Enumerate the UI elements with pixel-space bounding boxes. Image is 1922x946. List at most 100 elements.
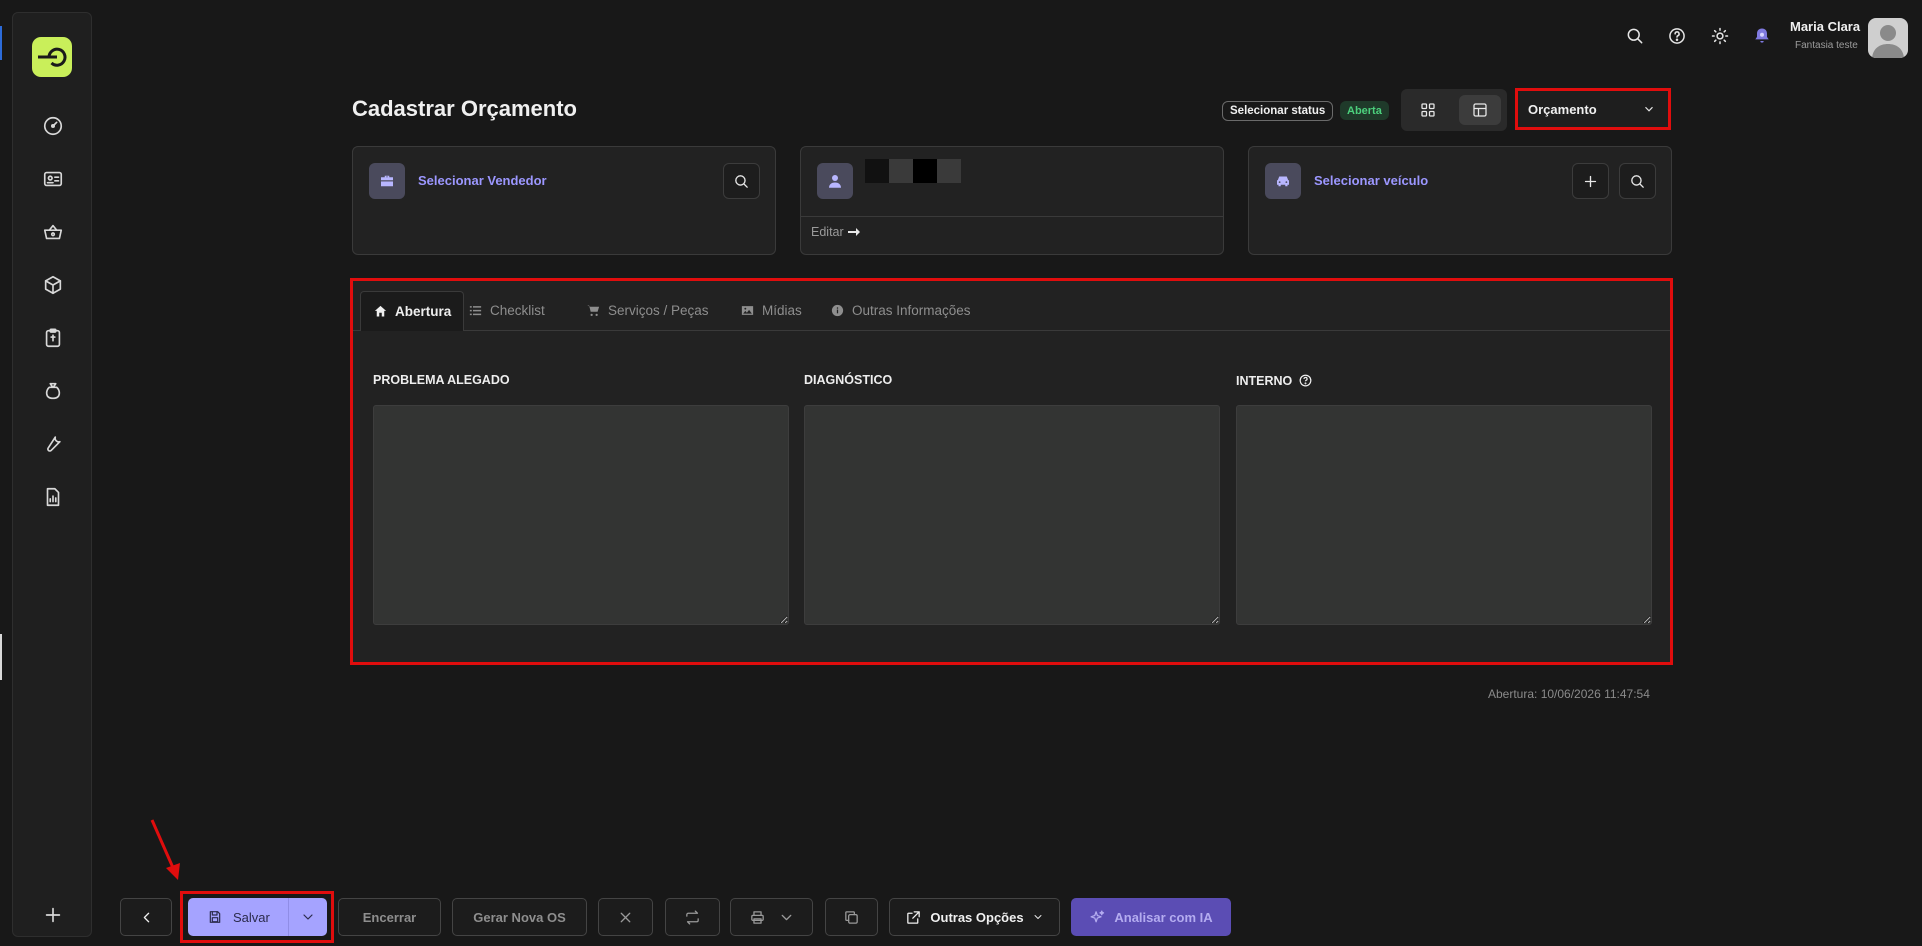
convert-button[interactable] — [665, 898, 720, 936]
sidebar-item-sales[interactable] — [37, 216, 69, 248]
layout-icon — [1473, 103, 1487, 117]
sidebar-add-button[interactable] — [37, 899, 69, 931]
help-button[interactable] — [1665, 24, 1689, 48]
sidebar-item-products[interactable] — [37, 269, 69, 301]
edit-client-link[interactable]: Editar — [811, 225, 860, 239]
add-vehicle-button[interactable] — [1572, 163, 1609, 199]
tab-checklist[interactable]: Checklist — [456, 291, 557, 330]
search-button[interactable] — [1623, 24, 1647, 48]
layout-view-button[interactable] — [1459, 95, 1501, 125]
page-title: Cadastrar Orçamento — [352, 96, 577, 121]
status-select-button[interactable]: Selecionar status — [1222, 101, 1334, 121]
sidebar-item-services[interactable] — [37, 428, 69, 460]
tab-label: Serviços / Peças — [608, 303, 709, 318]
interno-label: INTERNO — [1236, 373, 1293, 388]
sidebar-item-dashboard[interactable] — [37, 110, 69, 142]
printer-icon — [750, 910, 764, 924]
help-circle-icon[interactable] — [1298, 373, 1313, 388]
tab-servicos-pecas[interactable]: Serviços / Peças — [574, 291, 721, 330]
user-company: Fantasia teste — [1795, 40, 1858, 51]
theme-toggle[interactable] — [1708, 24, 1732, 48]
interno-label-row: INTERNO — [1236, 373, 1313, 388]
tab-abertura[interactable]: Abertura — [360, 291, 465, 331]
grid-view-button[interactable] — [1407, 95, 1449, 125]
opened-at-timestamp: Abertura: 10/06/2026 11:47:54 — [1488, 687, 1650, 701]
chevron-down-icon — [1645, 106, 1653, 112]
notifications-button[interactable] — [1750, 24, 1774, 48]
tabs-panel: Abertura Checklist Serviços / Peças Mídi… — [350, 278, 1673, 665]
bell-icon — [1755, 28, 1769, 43]
search-vehicle-button[interactable] — [1619, 163, 1656, 199]
report-icon — [46, 487, 60, 507]
gerar-nova-os-button[interactable]: Gerar Nova OS — [452, 898, 587, 936]
user-avatar-icon — [1872, 25, 1904, 58]
help-circle-icon — [1669, 28, 1685, 44]
print-button[interactable] — [730, 898, 813, 936]
save-main[interactable]: Salvar — [188, 898, 288, 936]
tab-bar: Abertura Checklist Serviços / Peças Mídi… — [353, 281, 1670, 331]
grid-icon — [1421, 103, 1435, 117]
plus-icon — [1584, 175, 1597, 187]
save-button-highlight: Salvar — [180, 891, 334, 943]
external-link-icon — [907, 910, 921, 924]
tab-label: Mídias — [762, 303, 802, 318]
select-vendor-link[interactable]: Selecionar Vendedor — [418, 173, 547, 188]
cart-icon — [587, 305, 600, 316]
search-vendor-button[interactable] — [723, 163, 760, 199]
document-type-select[interactable]: Orçamento — [1515, 88, 1671, 130]
image-icon — [741, 306, 754, 315]
select-vehicle-link[interactable]: Selecionar veículo — [1314, 173, 1428, 188]
document-type-value: Orçamento — [1528, 101, 1597, 117]
repeat-icon — [686, 909, 699, 925]
app-logo[interactable] — [32, 37, 72, 77]
plus-icon — [45, 907, 61, 923]
problema-label: PROBLEMA ALEGADO — [373, 373, 510, 387]
close-icon — [620, 912, 631, 922]
client-card: Editar — [800, 146, 1224, 255]
avatar[interactable] — [1868, 18, 1908, 58]
copy-icon — [845, 910, 858, 924]
encerrar-button[interactable]: Encerrar — [338, 898, 441, 936]
divider — [801, 216, 1223, 217]
tab-outras-informacoes[interactable]: Outras Informações — [818, 291, 983, 330]
sidebar-item-orders[interactable] — [37, 322, 69, 354]
vehicle-icon-box — [1265, 163, 1301, 199]
user-name[interactable]: Maria Clara — [1790, 19, 1860, 34]
sidebar-item-finance[interactable] — [37, 375, 69, 407]
save-label: Salvar — [233, 909, 270, 925]
save-button[interactable]: Salvar — [188, 898, 327, 936]
home-icon — [374, 305, 387, 317]
interno-textarea[interactable] — [1236, 405, 1652, 625]
sun-icon — [1711, 27, 1729, 45]
view-toggle — [1401, 89, 1507, 131]
logo-e-icon — [38, 47, 67, 67]
duplicate-button[interactable] — [825, 898, 878, 936]
person-icon — [829, 175, 841, 188]
sidebar-item-contacts[interactable] — [37, 163, 69, 195]
tab-midias[interactable]: Mídias — [728, 291, 814, 330]
back-button[interactable] — [120, 898, 172, 936]
vendor-icon-box — [369, 163, 405, 199]
speedometer-icon — [43, 116, 63, 136]
arrow-right-icon — [847, 228, 860, 236]
problema-textarea[interactable] — [373, 405, 789, 625]
floppy-disk-icon — [209, 911, 221, 923]
vendor-card: Selecionar Vendedor — [352, 146, 776, 255]
cancel-button[interactable] — [598, 898, 653, 936]
chevron-down-icon — [781, 914, 791, 920]
outras-opcoes-button[interactable]: Outras Opções — [889, 898, 1060, 936]
sidebar — [12, 12, 92, 937]
money-bag-icon — [45, 382, 61, 400]
car-icon — [1277, 176, 1289, 187]
clipboard-icon — [45, 328, 61, 348]
analisar-ia-button[interactable]: Analisar com IA — [1071, 898, 1231, 936]
sidebar-item-reports[interactable] — [37, 481, 69, 513]
annotation-arrow-icon — [150, 819, 180, 880]
save-options-toggle[interactable] — [288, 898, 327, 936]
diagnostico-textarea[interactable] — [804, 405, 1220, 625]
sparkles-icon — [1090, 909, 1105, 922]
briefcase-icon — [381, 175, 393, 187]
info-icon — [831, 304, 844, 317]
id-card-icon — [43, 171, 63, 187]
wrench-icon — [47, 436, 61, 452]
